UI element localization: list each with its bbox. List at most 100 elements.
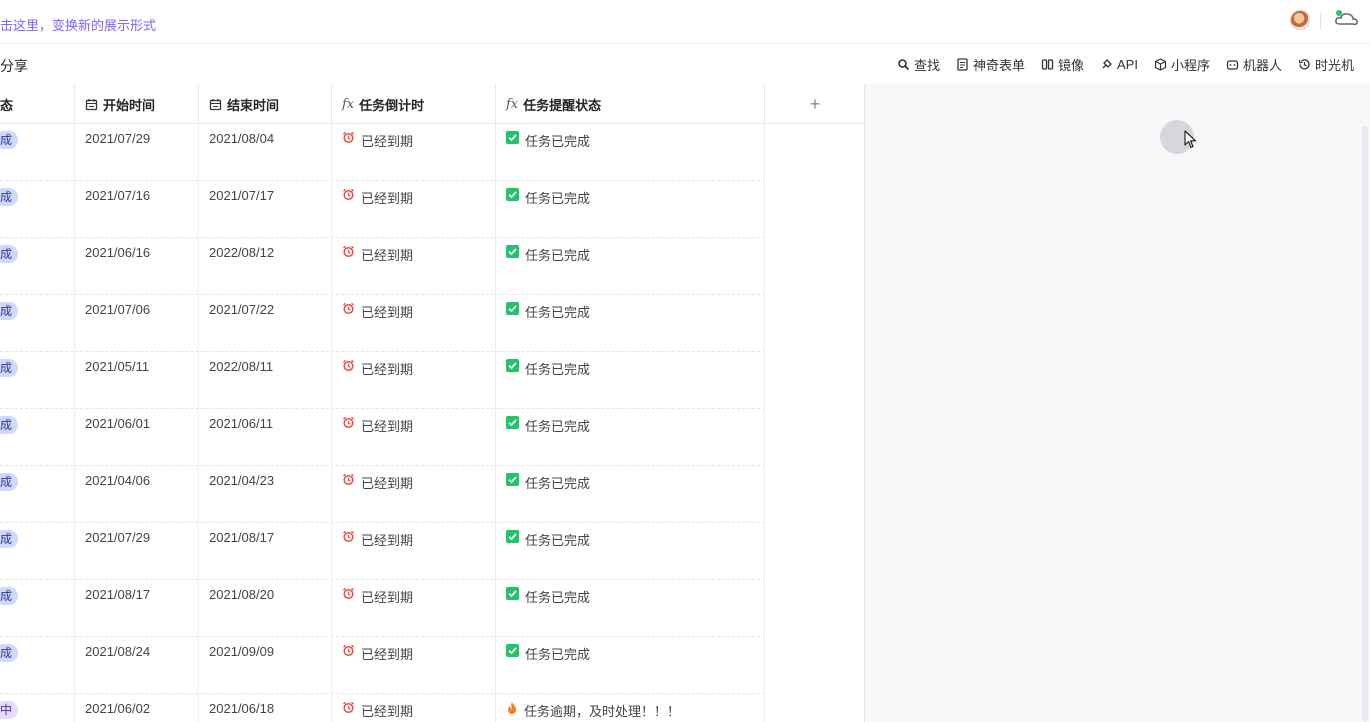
column-header-status[interactable]: 态 xyxy=(0,84,75,124)
countdown-cell[interactable]: 已经到期 xyxy=(332,409,496,466)
robot-button[interactable]: 机器人 xyxy=(1226,55,1282,74)
vertical-scrollbar[interactable] xyxy=(1362,126,1368,722)
end-date-cell[interactable]: 2021/08/20 xyxy=(199,580,332,637)
column-header-countdown[interactable]: fx 任务倒计时 xyxy=(332,84,496,124)
status-cell[interactable]: 成 xyxy=(0,466,75,523)
column-header-remind[interactable]: fx 任务提醒状态 xyxy=(496,84,765,124)
start-date-cell[interactable]: 2021/06/02 xyxy=(75,694,199,722)
avatar[interactable] xyxy=(1290,10,1310,30)
remind-status-text: 任务已完成 xyxy=(525,533,591,548)
countdown-cell[interactable]: 已经到期 xyxy=(332,466,496,523)
column-status-label: 态 xyxy=(0,97,14,113)
api-icon xyxy=(1102,59,1112,69)
grid-header: 态 开始时间 结束时间 fx 任务倒计时 fx 任务提醒状态 + xyxy=(0,84,864,124)
start-date-cell[interactable]: 2021/08/17 xyxy=(75,580,199,637)
table-row[interactable]: 成 2021/06/16 2022/08/12 已经到期 任务已完成 xyxy=(0,238,765,295)
remind-status-cell[interactable]: 任务已完成 xyxy=(496,181,765,238)
remind-status-cell[interactable]: 任务逾期，及时处理！！！ xyxy=(496,694,765,722)
checkbox-checked-icon xyxy=(506,302,519,315)
start-date-cell[interactable]: 2021/07/29 xyxy=(75,124,199,181)
start-date-cell[interactable]: 2021/06/16 xyxy=(75,238,199,295)
data-grid: 态 开始时间 结束时间 fx 任务倒计时 fx 任务提醒状态 + 成 2021/0… xyxy=(0,84,865,722)
countdown-cell[interactable]: 已经到期 xyxy=(332,523,496,580)
end-date-cell[interactable]: 2022/08/12 xyxy=(199,238,332,295)
magic-form-button[interactable]: 神奇表单 xyxy=(956,55,1025,74)
remind-status-cell[interactable]: 任务已完成 xyxy=(496,124,765,181)
mini-program-button[interactable]: 小程序 xyxy=(1154,55,1210,74)
status-cell[interactable]: 成 xyxy=(0,124,75,181)
start-date-cell[interactable]: 2021/04/06 xyxy=(75,466,199,523)
cloud-sync-icon[interactable] xyxy=(1332,8,1360,28)
start-date-cell[interactable]: 2021/07/06 xyxy=(75,295,199,352)
share-button[interactable]: 分享 xyxy=(0,56,28,76)
status-cell[interactable]: 成 xyxy=(0,295,75,352)
end-date-cell[interactable]: 2021/08/17 xyxy=(199,523,332,580)
mirror-button[interactable]: 镜像 xyxy=(1041,55,1084,74)
column-header-start[interactable]: 开始时间 xyxy=(75,84,199,124)
end-date-cell[interactable]: 2021/07/17 xyxy=(199,181,332,238)
status-cell[interactable]: 成 xyxy=(0,580,75,637)
table-row[interactable]: 成 2021/07/06 2021/07/22 已经到期 任务已完成 xyxy=(0,295,765,352)
status-cell[interactable]: 成 xyxy=(0,181,75,238)
checkbox-checked-icon xyxy=(506,416,519,429)
remind-status-cell[interactable]: 任务已完成 xyxy=(496,580,765,637)
end-date-cell[interactable]: 2021/09/09 xyxy=(199,637,332,694)
status-cell[interactable]: 成 xyxy=(0,352,75,409)
find-button[interactable]: 查找 xyxy=(897,55,940,74)
end-date-cell[interactable]: 2021/07/22 xyxy=(199,295,332,352)
magic-form-label: 神奇表单 xyxy=(972,58,1025,73)
countdown-cell[interactable]: 已经到期 xyxy=(332,124,496,181)
countdown-cell[interactable]: 已经到期 xyxy=(332,637,496,694)
countdown-cell[interactable]: 已经到期 xyxy=(332,352,496,409)
countdown-text: 已经到期 xyxy=(361,704,414,719)
countdown-cell[interactable]: 已经到期 xyxy=(332,295,496,352)
end-date-cell[interactable]: 2021/08/04 xyxy=(199,124,332,181)
end-date-cell[interactable]: 2021/06/11 xyxy=(199,409,332,466)
alarm-clock-icon xyxy=(343,473,354,486)
remind-status-cell[interactable]: 任务已完成 xyxy=(496,523,765,580)
countdown-cell[interactable]: 已经到期 xyxy=(332,238,496,295)
end-date-cell[interactable]: 2022/08/11 xyxy=(199,352,332,409)
start-date-cell[interactable]: 2021/08/24 xyxy=(75,637,199,694)
table-row[interactable]: 成 2021/07/16 2021/07/17 已经到期 任务已完成 xyxy=(0,181,765,238)
table-row[interactable]: 成 2021/06/01 2021/06/11 已经到期 任务已完成 xyxy=(0,409,765,466)
api-button[interactable]: API xyxy=(1100,55,1138,74)
status-cell[interactable]: 成 xyxy=(0,523,75,580)
start-date-cell[interactable]: 2021/06/01 xyxy=(75,409,199,466)
countdown-cell[interactable]: 已经到期 xyxy=(332,181,496,238)
status-badge: 成 xyxy=(0,188,19,206)
view-switch-hint[interactable]: 击这里，变换新的展示形式 xyxy=(0,15,156,34)
tool-list: 查找 神奇表单 镜像 API 小程序 机器人 时光机 xyxy=(897,55,1354,74)
column-header-end[interactable]: 结束时间 xyxy=(199,84,332,124)
start-date-cell[interactable]: 2021/07/16 xyxy=(75,181,199,238)
table-row[interactable]: 成 2021/07/29 2021/08/17 已经到期 任务已完成 xyxy=(0,523,765,580)
alarm-clock-icon xyxy=(343,302,354,315)
status-cell[interactable]: 成 xyxy=(0,409,75,466)
add-column-button[interactable]: + xyxy=(765,84,864,124)
alarm-clock-icon xyxy=(343,416,354,429)
remind-status-cell[interactable]: 任务已完成 xyxy=(496,295,765,352)
countdown-cell[interactable]: 已经到期 xyxy=(332,694,496,722)
time-machine-button[interactable]: 时光机 xyxy=(1298,55,1354,74)
status-cell[interactable]: 成 xyxy=(0,238,75,295)
end-date-cell[interactable]: 2021/06/18 xyxy=(199,694,332,722)
table-row[interactable]: 成 2021/08/17 2021/08/20 已经到期 任务已完成 xyxy=(0,580,765,637)
start-date-cell[interactable]: 2021/05/11 xyxy=(75,352,199,409)
table-row[interactable]: 中 2021/06/02 2021/06/18 已经到期 任务逾期，及时处理！！！ xyxy=(0,694,765,722)
remind-status-cell[interactable]: 任务已完成 xyxy=(496,238,765,295)
remind-status-cell[interactable]: 任务已完成 xyxy=(496,637,765,694)
end-date-cell[interactable]: 2021/04/23 xyxy=(199,466,332,523)
table-row[interactable]: 成 2021/04/06 2021/04/23 已经到期 任务已完成 xyxy=(0,466,765,523)
remind-status-cell[interactable]: 任务已完成 xyxy=(496,352,765,409)
table-row[interactable]: 成 2021/05/11 2022/08/11 已经到期 任务已完成 xyxy=(0,352,765,409)
remind-status-cell[interactable]: 任务已完成 xyxy=(496,466,765,523)
table-row[interactable]: 成 2021/08/24 2021/09/09 已经到期 任务已完成 xyxy=(0,637,765,694)
start-date-cell[interactable]: 2021/07/29 xyxy=(75,523,199,580)
api-label: API xyxy=(1116,57,1138,72)
status-cell[interactable]: 中 xyxy=(0,694,75,722)
alarm-clock-icon xyxy=(343,131,354,144)
countdown-cell[interactable]: 已经到期 xyxy=(332,580,496,637)
table-row[interactable]: 成 2021/07/29 2021/08/04 已经到期 任务已完成 xyxy=(0,124,765,181)
status-cell[interactable]: 成 xyxy=(0,637,75,694)
remind-status-cell[interactable]: 任务已完成 xyxy=(496,409,765,466)
